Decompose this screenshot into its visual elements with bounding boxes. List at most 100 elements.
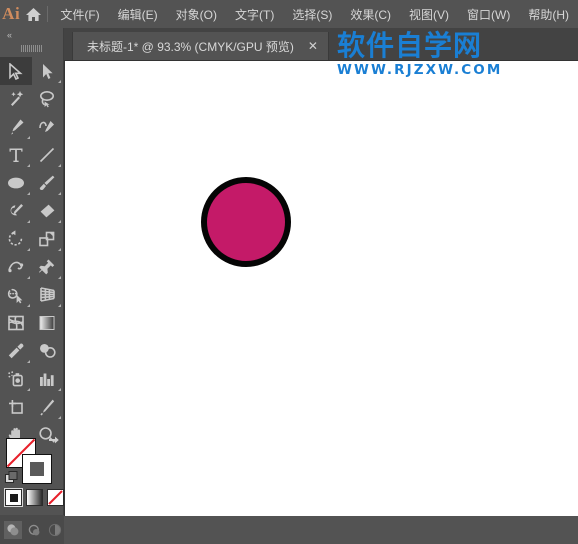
tool-flyout-indicator bbox=[58, 164, 61, 167]
perspective-grid-tool[interactable] bbox=[32, 281, 64, 309]
tool-flyout-indicator bbox=[58, 80, 61, 83]
tool-flyout-indicator bbox=[58, 416, 61, 419]
tool-row bbox=[0, 253, 63, 281]
tool-flyout-indicator bbox=[58, 388, 61, 391]
none-slash-icon bbox=[48, 490, 63, 505]
tool-flyout-indicator bbox=[26, 220, 30, 223]
tool-flyout-indicator bbox=[26, 388, 30, 391]
collapse-panel-icon[interactable]: « bbox=[0, 28, 63, 42]
tool-row bbox=[0, 225, 63, 253]
panel-drag-grip[interactable] bbox=[0, 42, 63, 54]
solid-color-icon bbox=[9, 493, 18, 502]
mesh-tool[interactable] bbox=[0, 309, 32, 337]
tool-flyout-indicator bbox=[58, 276, 61, 279]
artboard-canvas[interactable] bbox=[64, 60, 578, 516]
document-tab[interactable]: 未标题-1* @ 93.3% (CMYK/GPU 预览) ✕ bbox=[72, 32, 329, 60]
menu-bar: Ai 文件(F) 编辑(E) 对象(O) 文字(T) 选择(S) 效果(C) 视… bbox=[0, 0, 578, 28]
tool-row bbox=[0, 281, 63, 309]
color-controls bbox=[0, 433, 64, 544]
home-icon[interactable] bbox=[22, 0, 44, 28]
ellipse-shape[interactable] bbox=[201, 177, 291, 267]
tool-flyout-indicator bbox=[26, 276, 30, 279]
tool-row bbox=[0, 337, 63, 365]
close-icon[interactable]: ✕ bbox=[308, 40, 318, 52]
ai-logo: Ai bbox=[2, 4, 21, 23]
tool-row bbox=[0, 393, 63, 421]
menu-select[interactable]: 选择(S) bbox=[283, 1, 341, 28]
tool-flyout-indicator bbox=[58, 248, 61, 251]
type-tool[interactable] bbox=[0, 141, 32, 169]
menu-file[interactable]: 文件(F) bbox=[51, 1, 108, 28]
menu-separator bbox=[46, 6, 48, 22]
scale-tool[interactable] bbox=[32, 225, 64, 253]
gradient-mode-button[interactable] bbox=[26, 489, 43, 506]
magic-wand-tool[interactable] bbox=[0, 85, 32, 113]
tool-row bbox=[0, 197, 63, 225]
menu-window[interactable]: 窗口(W) bbox=[458, 1, 519, 28]
eyedropper-tool[interactable] bbox=[0, 337, 32, 365]
shape-builder-tool[interactable] bbox=[0, 281, 32, 309]
draw-behind-icon bbox=[28, 524, 40, 535]
lasso-tool[interactable] bbox=[32, 85, 64, 113]
draw-inside-icon bbox=[48, 523, 62, 536]
tool-flyout-indicator bbox=[58, 192, 61, 195]
stroke-swatch-center bbox=[30, 462, 44, 476]
column-graph-tool[interactable] bbox=[32, 365, 64, 393]
tool-row bbox=[0, 141, 63, 169]
swap-fill-stroke-icon[interactable] bbox=[47, 435, 61, 449]
tool-flyout-indicator bbox=[26, 192, 30, 195]
width-tool[interactable] bbox=[0, 253, 32, 281]
tool-flyout-indicator bbox=[58, 304, 61, 307]
artboard-tool[interactable] bbox=[0, 393, 32, 421]
tool-flyout-indicator bbox=[58, 220, 61, 223]
curvature-tool[interactable] bbox=[32, 113, 64, 141]
selection-tool[interactable] bbox=[0, 57, 32, 85]
tool-flyout-indicator bbox=[26, 360, 30, 363]
color-mode-button[interactable] bbox=[4, 488, 23, 507]
ellipse-tool[interactable] bbox=[0, 169, 32, 197]
illustrator-window: Ai 文件(F) 编辑(E) 对象(O) 文字(T) 选择(S) 效果(C) 视… bbox=[0, 0, 578, 544]
tool-grid bbox=[0, 54, 63, 449]
gradient-icon bbox=[27, 490, 42, 505]
menu-view[interactable]: 视图(V) bbox=[400, 1, 458, 28]
tool-flyout-indicator bbox=[26, 136, 30, 139]
menu-edit[interactable]: 编辑(E) bbox=[109, 1, 167, 28]
draw-normal-button[interactable] bbox=[4, 520, 22, 539]
slice-tool[interactable] bbox=[32, 393, 64, 421]
draw-inside-button[interactable] bbox=[46, 521, 64, 539]
menu-effect[interactable]: 效果(C) bbox=[341, 1, 400, 28]
tool-flyout-indicator bbox=[26, 164, 30, 167]
tool-flyout-indicator bbox=[26, 304, 30, 307]
drawing-mode-buttons bbox=[0, 515, 64, 544]
draw-behind-button[interactable] bbox=[25, 521, 43, 539]
tool-row bbox=[0, 113, 63, 141]
rotate-tool[interactable] bbox=[0, 225, 32, 253]
menu-object[interactable]: 对象(O) bbox=[167, 1, 226, 28]
menu-type[interactable]: 文字(T) bbox=[226, 1, 283, 28]
blend-tool[interactable] bbox=[32, 337, 64, 365]
gradient-tool[interactable] bbox=[32, 309, 64, 337]
shaper-tool[interactable] bbox=[0, 197, 32, 225]
document-tab-title: 未标题-1* @ 93.3% (CMYK/GPU 预览) bbox=[87, 39, 294, 54]
tool-row bbox=[0, 309, 63, 337]
watermark: 软件自学网 WWW.RJZXW.COM bbox=[337, 32, 502, 78]
stroke-swatch[interactable] bbox=[22, 454, 52, 484]
watermark-chinese: 软件自学网 bbox=[337, 29, 483, 62]
tool-flyout-indicator bbox=[26, 248, 30, 251]
menu-help[interactable]: 帮助(H) bbox=[519, 1, 578, 28]
default-fill-stroke-icon[interactable] bbox=[5, 471, 18, 484]
free-transform-tool[interactable] bbox=[32, 253, 64, 281]
tool-row bbox=[0, 85, 63, 113]
draw-normal-icon bbox=[7, 523, 19, 535]
none-mode-button[interactable] bbox=[47, 489, 64, 506]
tool-row bbox=[0, 365, 63, 393]
pen-tool[interactable] bbox=[0, 113, 32, 141]
watermark-url: WWW.RJZXW.COM bbox=[337, 62, 503, 78]
tool-row bbox=[0, 57, 63, 85]
tools-panel: « bbox=[0, 28, 64, 544]
eraser-tool[interactable] bbox=[32, 197, 64, 225]
line-segment-tool[interactable] bbox=[32, 141, 64, 169]
direct-selection-tool[interactable] bbox=[32, 57, 64, 85]
symbol-sprayer-tool[interactable] bbox=[0, 365, 32, 393]
paintbrush-tool[interactable] bbox=[32, 169, 64, 197]
